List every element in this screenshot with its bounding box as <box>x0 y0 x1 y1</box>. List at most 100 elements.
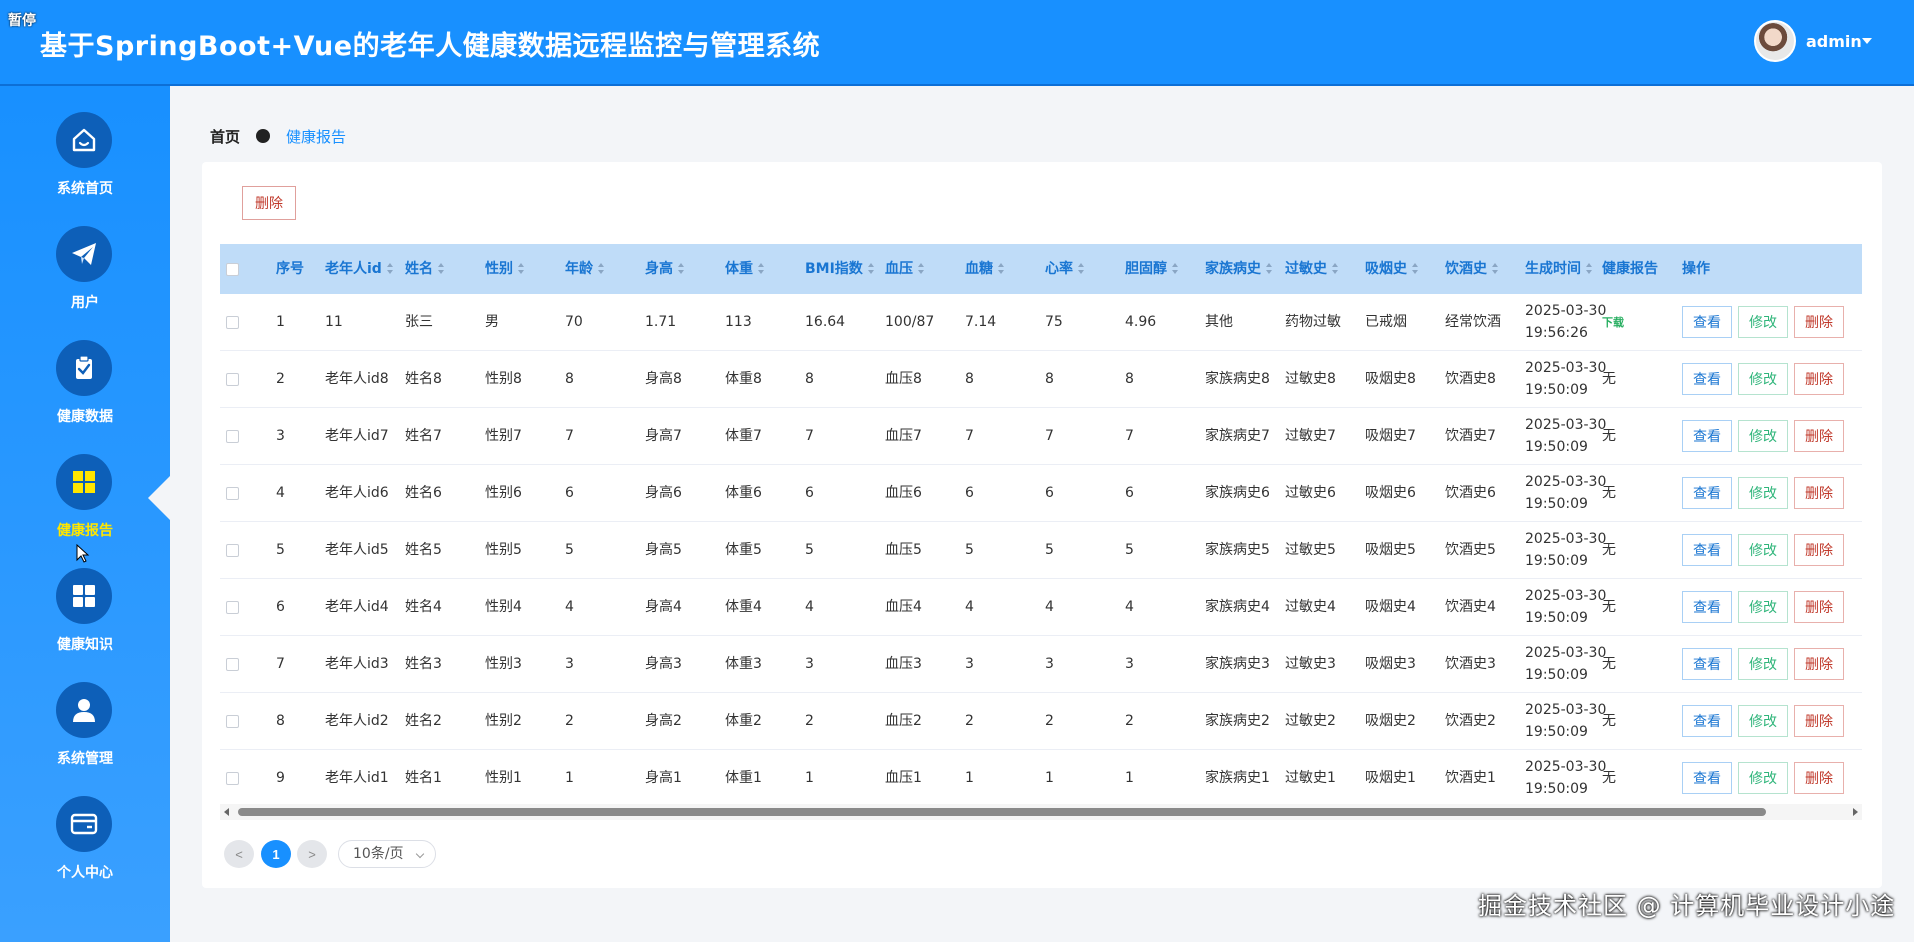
view-button[interactable]: 查看 <box>1682 648 1732 680</box>
sidebar-item-profile[interactable]: 个人中心 <box>0 796 170 896</box>
view-button[interactable]: 查看 <box>1682 306 1732 338</box>
sidebar-item-users[interactable]: 用户 <box>0 226 170 326</box>
view-button[interactable]: 查看 <box>1682 762 1732 794</box>
view-button[interactable]: 查看 <box>1682 363 1732 395</box>
sort-icon[interactable] <box>1586 263 1593 275</box>
column-header[interactable]: 过敏史 <box>1285 244 1339 294</box>
select-all-checkbox[interactable] <box>226 263 239 276</box>
sidebar-item-system[interactable]: 系统管理 <box>0 682 170 782</box>
table-cell: 7 <box>565 428 574 444</box>
scroll-left-icon[interactable] <box>224 808 229 816</box>
sort-icon[interactable] <box>867 263 875 275</box>
sort-icon[interactable] <box>386 263 394 275</box>
sort-icon[interactable] <box>598 263 605 275</box>
table-cell: 家族病史3 <box>1205 656 1270 672</box>
edit-button[interactable]: 修改 <box>1738 306 1788 338</box>
delete-button[interactable]: 删除 <box>1794 591 1844 623</box>
time-clock: 19:50:09 <box>1525 439 1588 455</box>
horizontal-scrollbar[interactable] <box>220 804 1862 820</box>
user-menu-name[interactable]: admin <box>1806 32 1862 51</box>
edit-button[interactable]: 修改 <box>1738 363 1788 395</box>
column-header[interactable]: 胆固醇 <box>1125 244 1179 294</box>
column-header[interactable]: BMI指数 <box>805 244 875 294</box>
sidebar-item-health-report[interactable]: 健康报告 <box>0 454 170 554</box>
delete-button[interactable]: 删除 <box>1794 420 1844 452</box>
scroll-right-icon[interactable] <box>1853 808 1858 816</box>
sort-icon[interactable] <box>518 263 525 275</box>
delete-button[interactable]: 删除 <box>1794 477 1844 509</box>
table-cell: 经常饮酒 <box>1445 314 1501 330</box>
view-button[interactable]: 查看 <box>1682 591 1732 623</box>
sort-icon[interactable] <box>678 263 685 275</box>
delete-button[interactable]: 删除 <box>1794 705 1844 737</box>
page-1-button[interactable]: 1 <box>261 840 291 868</box>
row-checkbox[interactable] <box>226 430 239 443</box>
table-cell: 113 <box>725 314 752 330</box>
sort-icon[interactable] <box>1266 263 1273 275</box>
sort-icon[interactable] <box>1492 263 1499 275</box>
sort-icon[interactable] <box>1412 263 1419 275</box>
grid-icon <box>56 568 112 624</box>
batch-delete-button[interactable]: 删除 <box>242 186 296 220</box>
delete-button[interactable]: 删除 <box>1794 648 1844 680</box>
column-header[interactable]: 身高 <box>645 244 685 294</box>
edit-button[interactable]: 修改 <box>1738 477 1788 509</box>
view-button[interactable]: 查看 <box>1682 534 1732 566</box>
row-checkbox[interactable] <box>226 601 239 614</box>
table-cell: 家族病史2 <box>1205 713 1270 729</box>
view-button[interactable]: 查看 <box>1682 420 1732 452</box>
edit-button[interactable]: 修改 <box>1738 705 1788 737</box>
row-checkbox[interactable] <box>226 316 239 329</box>
sort-icon[interactable] <box>998 263 1005 275</box>
column-header[interactable]: 心率 <box>1045 244 1085 294</box>
table-cell: 姓名4 <box>405 599 442 615</box>
row-checkbox[interactable] <box>226 373 239 386</box>
column-header[interactable]: 老年人id <box>325 244 394 294</box>
delete-button[interactable]: 删除 <box>1794 762 1844 794</box>
column-header[interactable]: 饮酒史 <box>1445 244 1499 294</box>
sort-icon[interactable] <box>758 263 765 275</box>
column-header[interactable]: 性别 <box>485 244 525 294</box>
avatar[interactable] <box>1754 20 1796 62</box>
next-page-button[interactable]: > <box>297 840 327 868</box>
prev-page-button[interactable]: < <box>224 840 254 868</box>
sort-icon[interactable] <box>918 263 925 275</box>
edit-button[interactable]: 修改 <box>1738 420 1788 452</box>
edit-button[interactable]: 修改 <box>1738 591 1788 623</box>
sort-icon[interactable] <box>1172 263 1179 275</box>
column-header[interactable]: 血压 <box>885 244 925 294</box>
edit-button[interactable]: 修改 <box>1738 648 1788 680</box>
row-checkbox[interactable] <box>226 487 239 500</box>
sidebar-item-health-data[interactable]: 健康数据 <box>0 340 170 440</box>
table-cell: 4 <box>276 485 285 501</box>
sort-icon[interactable] <box>1332 263 1339 275</box>
column-header[interactable]: 吸烟史 <box>1365 244 1419 294</box>
sort-icon[interactable] <box>438 263 445 275</box>
delete-button[interactable]: 删除 <box>1794 363 1844 395</box>
row-checkbox[interactable] <box>226 658 239 671</box>
scrollbar-thumb[interactable] <box>238 808 1766 816</box>
row-checkbox[interactable] <box>226 544 239 557</box>
row-checkbox[interactable] <box>226 715 239 728</box>
table-cell: 血压7 <box>885 428 922 444</box>
column-header[interactable]: 血糖 <box>965 244 1005 294</box>
edit-button[interactable]: 修改 <box>1738 534 1788 566</box>
sidebar-item-home[interactable]: 系统首页 <box>0 112 170 212</box>
page-size-select[interactable]: 10条/页 <box>338 840 436 868</box>
row-checkbox[interactable] <box>226 772 239 785</box>
sidebar-item-health-knowledge[interactable]: 健康知识 <box>0 568 170 668</box>
download-link[interactable]: 下载 <box>1602 294 1624 351</box>
column-header[interactable]: 体重 <box>725 244 765 294</box>
delete-button[interactable]: 删除 <box>1794 306 1844 338</box>
column-header[interactable]: 家族病史 <box>1205 244 1273 294</box>
view-button[interactable]: 查看 <box>1682 477 1732 509</box>
column-header[interactable]: 生成时间 <box>1525 244 1593 294</box>
view-button[interactable]: 查看 <box>1682 705 1732 737</box>
edit-button[interactable]: 修改 <box>1738 762 1788 794</box>
delete-button[interactable]: 删除 <box>1794 534 1844 566</box>
breadcrumb-home[interactable]: 首页 <box>210 126 240 147</box>
column-header[interactable]: 姓名 <box>405 244 445 294</box>
sort-icon[interactable] <box>1078 263 1085 275</box>
column-header[interactable]: 年龄 <box>565 244 605 294</box>
caret-down-icon[interactable] <box>1862 38 1872 44</box>
